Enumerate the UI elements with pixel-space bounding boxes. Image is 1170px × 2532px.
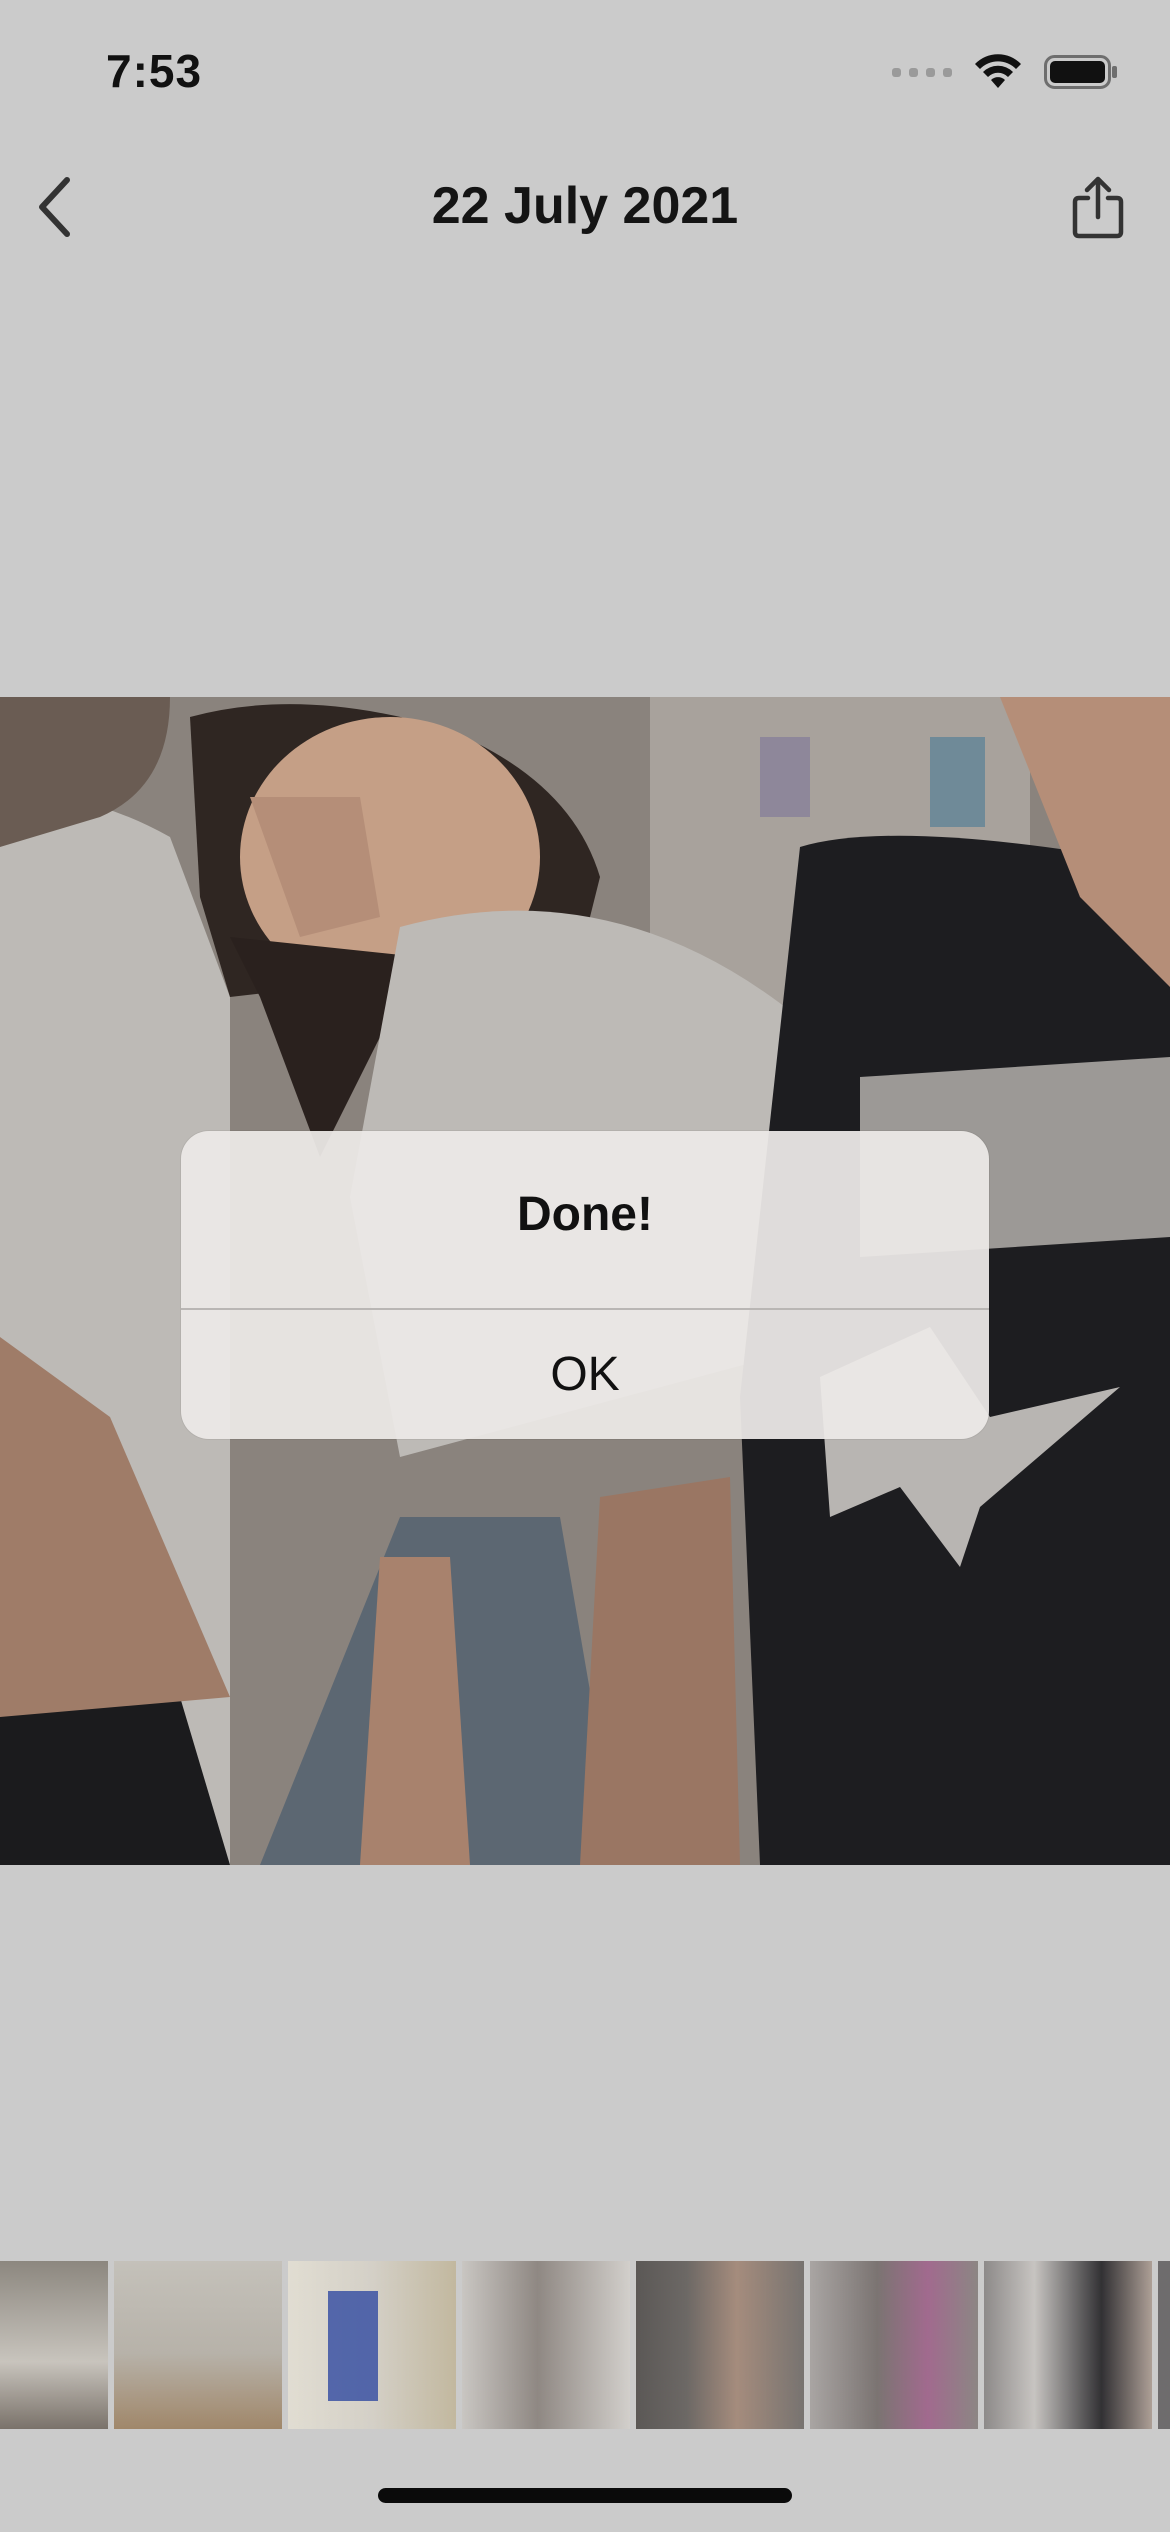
share-button[interactable] <box>1058 168 1138 248</box>
thumbnail[interactable] <box>0 2261 108 2429</box>
thumbnail[interactable] <box>114 2261 282 2429</box>
status-time: 7:53 <box>106 45 203 97</box>
thumbnail[interactable] <box>288 2261 456 2429</box>
thumbnail[interactable] <box>462 2261 630 2429</box>
status-bar: 7:53 <box>0 0 1170 150</box>
home-indicator[interactable] <box>378 2488 792 2503</box>
thumbnail[interactable] <box>1158 2261 1170 2429</box>
nav-bar: 22 July 2021 <box>0 150 1170 265</box>
alert-title: Done! <box>517 1188 653 1241</box>
thumbnail[interactable] <box>810 2261 978 2429</box>
battery-icon <box>1044 55 1117 89</box>
ok-button[interactable]: OK <box>181 1310 989 1439</box>
cellular-signal-icon <box>892 67 952 77</box>
status-icons <box>892 54 1118 90</box>
share-icon <box>1072 176 1124 239</box>
page-title: 22 July 2021 <box>431 177 739 235</box>
alert-dialog: Done! OK <box>181 1131 989 1439</box>
thumbnail[interactable] <box>636 2261 804 2429</box>
wifi-icon <box>975 54 1021 88</box>
thumbnail[interactable] <box>984 2261 1152 2429</box>
thumbnail-strip[interactable] <box>0 2261 1170 2429</box>
